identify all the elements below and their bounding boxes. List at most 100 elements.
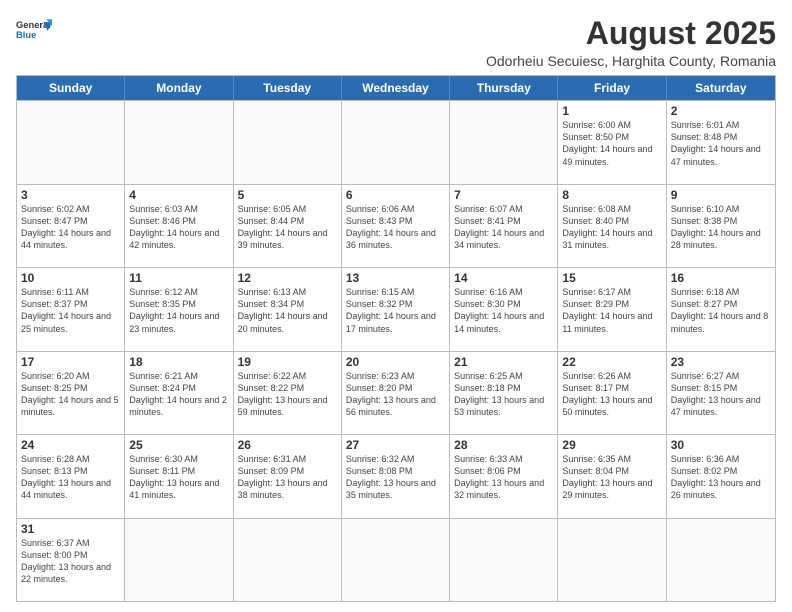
day-number: 28 (454, 438, 553, 452)
table-row (234, 519, 342, 601)
day-number: 13 (346, 271, 445, 285)
table-row: 25Sunrise: 6:30 AM Sunset: 8:11 PM Dayli… (125, 435, 233, 517)
table-row: 4Sunrise: 6:03 AM Sunset: 8:46 PM Daylig… (125, 185, 233, 267)
day-info: Sunrise: 6:17 AM Sunset: 8:29 PM Dayligh… (562, 286, 661, 335)
weekday-monday: Monday (125, 76, 233, 100)
table-row: 30Sunrise: 6:36 AM Sunset: 8:02 PM Dayli… (667, 435, 775, 517)
calendar-row: 24Sunrise: 6:28 AM Sunset: 8:13 PM Dayli… (17, 434, 775, 517)
day-info: Sunrise: 6:16 AM Sunset: 8:30 PM Dayligh… (454, 286, 553, 335)
day-number: 27 (346, 438, 445, 452)
table-row (17, 101, 125, 183)
table-row (234, 101, 342, 183)
day-number: 1 (562, 104, 661, 118)
day-info: Sunrise: 6:13 AM Sunset: 8:34 PM Dayligh… (238, 286, 337, 335)
day-info: Sunrise: 6:08 AM Sunset: 8:40 PM Dayligh… (562, 203, 661, 252)
day-info: Sunrise: 6:00 AM Sunset: 8:50 PM Dayligh… (562, 119, 661, 168)
table-row: 2Sunrise: 6:01 AM Sunset: 8:48 PM Daylig… (667, 101, 775, 183)
table-row: 21Sunrise: 6:25 AM Sunset: 8:18 PM Dayli… (450, 352, 558, 434)
svg-text:Blue: Blue (16, 30, 36, 40)
day-info: Sunrise: 6:15 AM Sunset: 8:32 PM Dayligh… (346, 286, 445, 335)
table-row: 16Sunrise: 6:18 AM Sunset: 8:27 PM Dayli… (667, 268, 775, 350)
table-row: 29Sunrise: 6:35 AM Sunset: 8:04 PM Dayli… (558, 435, 666, 517)
day-info: Sunrise: 6:23 AM Sunset: 8:20 PM Dayligh… (346, 370, 445, 419)
table-row: 9Sunrise: 6:10 AM Sunset: 8:38 PM Daylig… (667, 185, 775, 267)
table-row: 24Sunrise: 6:28 AM Sunset: 8:13 PM Dayli… (17, 435, 125, 517)
day-info: Sunrise: 6:31 AM Sunset: 8:09 PM Dayligh… (238, 453, 337, 502)
calendar-row: 1Sunrise: 6:00 AM Sunset: 8:50 PM Daylig… (17, 100, 775, 183)
day-number: 14 (454, 271, 553, 285)
day-info: Sunrise: 6:01 AM Sunset: 8:48 PM Dayligh… (671, 119, 771, 168)
weekday-tuesday: Tuesday (234, 76, 342, 100)
day-number: 16 (671, 271, 771, 285)
table-row: 27Sunrise: 6:32 AM Sunset: 8:08 PM Dayli… (342, 435, 450, 517)
table-row: 23Sunrise: 6:27 AM Sunset: 8:15 PM Dayli… (667, 352, 775, 434)
weekday-friday: Friday (558, 76, 666, 100)
day-number: 18 (129, 355, 228, 369)
day-info: Sunrise: 6:03 AM Sunset: 8:46 PM Dayligh… (129, 203, 228, 252)
day-number: 30 (671, 438, 771, 452)
calendar-row: 10Sunrise: 6:11 AM Sunset: 8:37 PM Dayli… (17, 267, 775, 350)
day-info: Sunrise: 6:26 AM Sunset: 8:17 PM Dayligh… (562, 370, 661, 419)
day-number: 7 (454, 188, 553, 202)
day-number: 31 (21, 522, 120, 536)
table-row: 20Sunrise: 6:23 AM Sunset: 8:20 PM Dayli… (342, 352, 450, 434)
day-number: 4 (129, 188, 228, 202)
day-info: Sunrise: 6:35 AM Sunset: 8:04 PM Dayligh… (562, 453, 661, 502)
table-row (450, 519, 558, 601)
day-number: 24 (21, 438, 120, 452)
day-number: 25 (129, 438, 228, 452)
day-number: 22 (562, 355, 661, 369)
day-info: Sunrise: 6:36 AM Sunset: 8:02 PM Dayligh… (671, 453, 771, 502)
table-row: 13Sunrise: 6:15 AM Sunset: 8:32 PM Dayli… (342, 268, 450, 350)
table-row: 22Sunrise: 6:26 AM Sunset: 8:17 PM Dayli… (558, 352, 666, 434)
main-title: August 2025 (486, 16, 776, 51)
day-info: Sunrise: 6:20 AM Sunset: 8:25 PM Dayligh… (21, 370, 120, 419)
calendar: Sunday Monday Tuesday Wednesday Thursday… (16, 75, 776, 602)
table-row: 7Sunrise: 6:07 AM Sunset: 8:41 PM Daylig… (450, 185, 558, 267)
calendar-row: 3Sunrise: 6:02 AM Sunset: 8:47 PM Daylig… (17, 184, 775, 267)
calendar-row: 31Sunrise: 6:37 AM Sunset: 8:00 PM Dayli… (17, 518, 775, 601)
day-info: Sunrise: 6:11 AM Sunset: 8:37 PM Dayligh… (21, 286, 120, 335)
day-number: 11 (129, 271, 228, 285)
table-row (125, 101, 233, 183)
weekday-wednesday: Wednesday (342, 76, 450, 100)
day-number: 9 (671, 188, 771, 202)
table-row: 3Sunrise: 6:02 AM Sunset: 8:47 PM Daylig… (17, 185, 125, 267)
calendar-header: Sunday Monday Tuesday Wednesday Thursday… (17, 76, 775, 100)
table-row: 15Sunrise: 6:17 AM Sunset: 8:29 PM Dayli… (558, 268, 666, 350)
day-number: 21 (454, 355, 553, 369)
table-row: 19Sunrise: 6:22 AM Sunset: 8:22 PM Dayli… (234, 352, 342, 434)
subtitle: Odorheiu Secuiesc, Harghita County, Roma… (486, 53, 776, 69)
day-info: Sunrise: 6:27 AM Sunset: 8:15 PM Dayligh… (671, 370, 771, 419)
table-row: 31Sunrise: 6:37 AM Sunset: 8:00 PM Dayli… (17, 519, 125, 601)
day-number: 5 (238, 188, 337, 202)
day-number: 20 (346, 355, 445, 369)
generalblue-logo-icon: General Blue (16, 16, 52, 44)
day-number: 12 (238, 271, 337, 285)
day-number: 8 (562, 188, 661, 202)
day-info: Sunrise: 6:33 AM Sunset: 8:06 PM Dayligh… (454, 453, 553, 502)
table-row: 14Sunrise: 6:16 AM Sunset: 8:30 PM Dayli… (450, 268, 558, 350)
table-row: 5Sunrise: 6:05 AM Sunset: 8:44 PM Daylig… (234, 185, 342, 267)
day-number: 23 (671, 355, 771, 369)
table-row: 6Sunrise: 6:06 AM Sunset: 8:43 PM Daylig… (342, 185, 450, 267)
day-info: Sunrise: 6:06 AM Sunset: 8:43 PM Dayligh… (346, 203, 445, 252)
day-info: Sunrise: 6:10 AM Sunset: 8:38 PM Dayligh… (671, 203, 771, 252)
table-row: 26Sunrise: 6:31 AM Sunset: 8:09 PM Dayli… (234, 435, 342, 517)
table-row (342, 101, 450, 183)
day-info: Sunrise: 6:25 AM Sunset: 8:18 PM Dayligh… (454, 370, 553, 419)
day-number: 10 (21, 271, 120, 285)
table-row (558, 519, 666, 601)
day-number: 29 (562, 438, 661, 452)
day-info: Sunrise: 6:30 AM Sunset: 8:11 PM Dayligh… (129, 453, 228, 502)
day-info: Sunrise: 6:28 AM Sunset: 8:13 PM Dayligh… (21, 453, 120, 502)
day-info: Sunrise: 6:21 AM Sunset: 8:24 PM Dayligh… (129, 370, 228, 419)
weekday-thursday: Thursday (450, 76, 558, 100)
day-info: Sunrise: 6:05 AM Sunset: 8:44 PM Dayligh… (238, 203, 337, 252)
weekday-saturday: Saturday (667, 76, 775, 100)
day-info: Sunrise: 6:37 AM Sunset: 8:00 PM Dayligh… (21, 537, 120, 586)
day-number: 3 (21, 188, 120, 202)
table-row: 8Sunrise: 6:08 AM Sunset: 8:40 PM Daylig… (558, 185, 666, 267)
table-row: 12Sunrise: 6:13 AM Sunset: 8:34 PM Dayli… (234, 268, 342, 350)
logo: General Blue (16, 16, 52, 44)
